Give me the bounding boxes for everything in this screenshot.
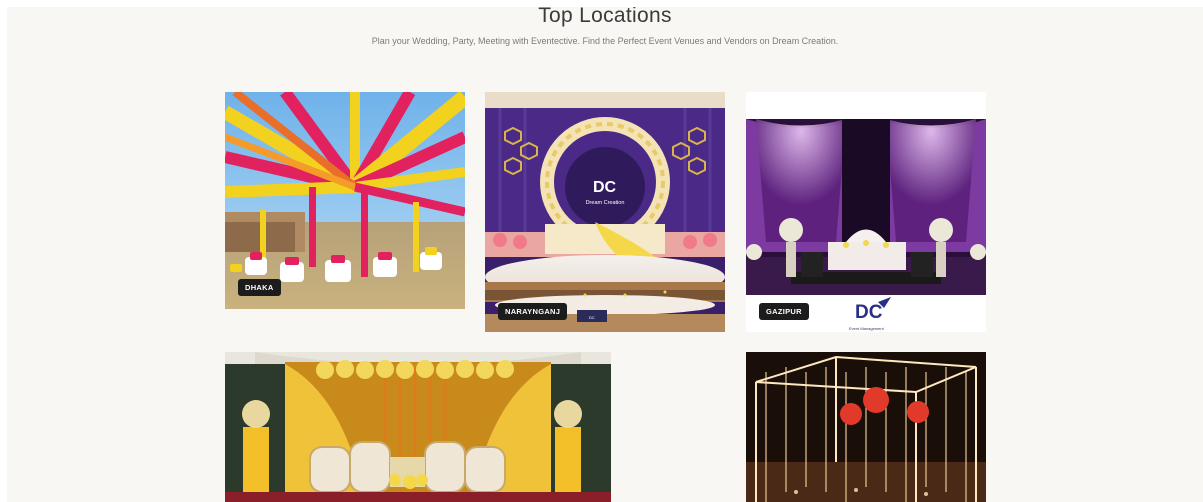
svg-text:DC: DC	[589, 315, 595, 320]
location-badge-gazipur[interactable]: GAZIPUR	[759, 303, 809, 320]
event-management-logo-caption: Event Management	[849, 326, 885, 331]
location-card-dhaka[interactable]: DHAKA	[225, 92, 465, 309]
narayanganj-venue-image: DC Dream Creation DC	[485, 92, 725, 332]
section-title: Top Locations	[538, 7, 672, 27]
location-badge-dhaka[interactable]: DHAKA	[238, 279, 281, 296]
svg-text:DC: DC	[593, 179, 617, 196]
location-card-lights[interactable]	[746, 352, 986, 502]
top-locations-section: Top Locations Plan your Wedding, Party, …	[7, 7, 1203, 502]
lights-venue-image	[746, 352, 986, 502]
svg-text:DC: DC	[855, 302, 883, 323]
dream-creation-logo-caption: Dream Creation	[586, 200, 625, 206]
location-card-stage[interactable]	[225, 352, 611, 502]
stage-venue-image	[225, 352, 611, 502]
gazipur-venue-image: DC Event Management	[746, 92, 986, 332]
dhaka-venue-image	[225, 92, 465, 309]
section-subtitle: Plan your Wedding, Party, Meeting with E…	[371, 36, 839, 46]
location-card-narayanganj[interactable]: DC Dream Creation DC NARAYNGANJ	[485, 92, 725, 332]
location-card-gazipur[interactable]: DC Event Management GAZIPUR	[746, 92, 986, 332]
location-badge-narayanganj[interactable]: NARAYNGANJ	[498, 303, 568, 320]
